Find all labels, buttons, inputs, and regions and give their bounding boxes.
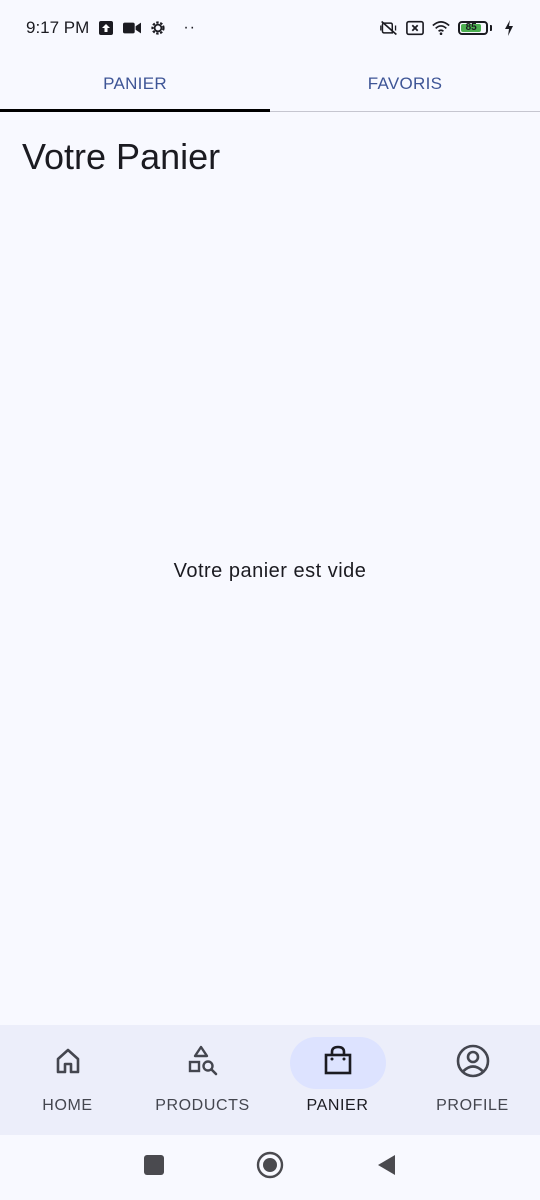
empty-cart-message: Votre panier est vide	[173, 560, 367, 582]
home-icon	[53, 1046, 83, 1081]
tab-panier[interactable]: PANIER	[0, 56, 270, 112]
battery-icon: 85	[458, 21, 492, 35]
nav-pill-panier	[289, 1037, 386, 1089]
circle-home-icon	[256, 1151, 284, 1184]
status-time: 9:17 PM	[26, 18, 90, 37]
square-icon	[143, 1154, 165, 1181]
nav-item-home[interactable]: HOME	[0, 1025, 135, 1135]
status-right: 85	[380, 19, 518, 37]
status-bar: 9:17 PM ·· 85	[0, 0, 540, 56]
nav-item-panier[interactable]: PANIER	[270, 1025, 405, 1135]
battery-body: 85	[458, 21, 488, 35]
upload-notification-icon	[97, 19, 115, 37]
back-triangle-icon	[375, 1153, 397, 1182]
nav-pill-products	[155, 1037, 251, 1089]
home-system-button[interactable]	[254, 1151, 286, 1184]
settings-gear-icon	[149, 19, 167, 37]
tab-favoris[interactable]: FAVORIS	[270, 56, 540, 111]
wifi-icon	[432, 19, 450, 37]
nav-item-profile[interactable]: PROFILE	[405, 1025, 540, 1135]
top-tab-bar: PANIER FAVORIS	[0, 56, 540, 112]
shopping-bag-icon	[321, 1044, 355, 1083]
products-shapes-search-icon	[185, 1043, 221, 1084]
account-circle-icon	[455, 1043, 491, 1084]
nav-label-home: HOME	[42, 1097, 93, 1114]
charging-bolt-icon	[500, 19, 518, 37]
video-camera-icon	[123, 19, 142, 37]
page-title: Votre Panier	[22, 136, 221, 177]
system-navigation-bar	[0, 1135, 540, 1200]
nav-label-panier: PANIER	[306, 1097, 369, 1114]
nav-pill-profile	[425, 1037, 521, 1089]
recent-apps-button[interactable]	[138, 1152, 170, 1184]
more-notifications-dots: ··	[183, 19, 196, 36]
battery-level: 85	[461, 23, 482, 33]
bottom-navigation: HOME PRODUCTS PANIER PROFILE	[0, 1025, 540, 1135]
back-button[interactable]	[370, 1152, 402, 1184]
nav-item-products[interactable]: PRODUCTS	[135, 1025, 270, 1135]
nav-label-products: PRODUCTS	[155, 1097, 250, 1114]
nav-pill-home	[20, 1037, 116, 1089]
status-left: 9:17 PM ··	[26, 18, 196, 38]
sim-x-icon	[406, 19, 424, 37]
battery-tip	[490, 25, 492, 31]
nav-label-profile: PROFILE	[436, 1097, 509, 1114]
vibrate-off-icon	[380, 19, 398, 37]
